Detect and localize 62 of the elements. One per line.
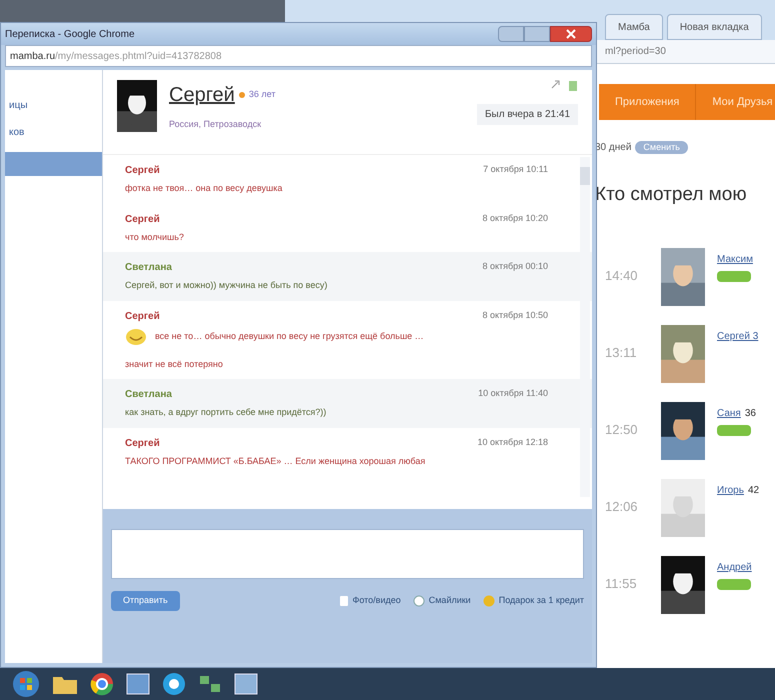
age-text: 42 <box>748 484 760 498</box>
close-button[interactable] <box>550 26 592 42</box>
message-text: значит не всё потеряно <box>125 358 224 371</box>
browser-tab[interactable]: Мамба <box>605 14 663 40</box>
sidebar-item[interactable]: ков <box>5 125 102 139</box>
profile-link[interactable]: Максим <box>717 252 753 266</box>
age-text: 36 <box>744 406 756 420</box>
send-button[interactable]: Отправить <box>111 591 180 610</box>
profile-link[interactable]: Игорь <box>717 482 744 498</box>
window-icon[interactable] <box>234 673 258 695</box>
chat-bubble-icon[interactable] <box>162 672 186 696</box>
message-text: как знать, а вдруг портить себе мне придётся?)) <box>125 406 326 419</box>
contact-name[interactable]: Сергей <box>169 80 235 110</box>
url-host: mamba.ru <box>10 50 56 64</box>
location-text: Россия, Петрозаводск <box>169 118 262 131</box>
close-icon <box>566 29 576 39</box>
tool-link[interactable]: Подарок за 1 кредит <box>498 594 584 608</box>
message-date: 8 октября 10:50 <box>482 308 548 322</box>
message-text: ТАКОГО ПРОГРАММИСТ «Б.БАБАЕ» … Если женщина хорошая любая <box>125 454 426 468</box>
profile-link[interactable]: Сергей 3 <box>717 328 758 344</box>
sidebar-item[interactable]: ицы <box>5 98 102 112</box>
coin-icon <box>482 594 495 607</box>
message-date: 7 октября 10:11 <box>483 163 548 176</box>
author-name: Сергей <box>125 212 160 226</box>
smiley-icon <box>125 328 147 346</box>
browser-tab[interactable]: Новая вкладка <box>666 14 762 40</box>
visit-time: 12:50 <box>605 420 639 438</box>
visit-time: 12:06 <box>605 498 639 516</box>
scrollbar[interactable] <box>580 157 590 497</box>
online-badge <box>717 424 751 436</box>
message-input[interactable] <box>111 529 584 579</box>
window-icon[interactable] <box>126 673 150 695</box>
message-date: 8 октября 10:20 <box>482 212 548 225</box>
smiley-icon <box>412 594 425 607</box>
message-date: 8 октября 00:10 <box>482 260 548 273</box>
visit-time: 14:40 <box>605 266 639 284</box>
visit-time: 13:11 <box>605 344 638 362</box>
profile-link[interactable]: Саня <box>717 406 741 420</box>
chrome-icon[interactable] <box>90 672 114 696</box>
author-name: Светлана <box>125 261 172 275</box>
visit-time: 11:55 <box>605 574 638 592</box>
window-title: Переписка - Google Chrome <box>5 28 135 42</box>
tool-link[interactable]: Смайлики <box>428 594 471 608</box>
last-seen-text: Был вчера в 21:41 <box>476 104 578 125</box>
profile-link[interactable]: Андрей <box>717 560 752 574</box>
age-text: 36 лет <box>248 88 276 102</box>
tool-link[interactable]: Фото/видео <box>352 594 401 608</box>
author-name: Сергей <box>125 164 160 178</box>
message-text: все не то… обычно девушки по весу не грузятся ещё больше … <box>155 330 424 343</box>
message-text: что молчишь? <box>125 230 184 244</box>
online-badge <box>717 270 751 282</box>
author-name: Сергей <box>125 310 160 324</box>
message-text: Сергей, вот и можно)) мужчина не быть по весу) <box>125 279 328 292</box>
start-icon[interactable] <box>12 670 40 698</box>
url-path: /my/messages.phtml?uid=413782808 <box>55 50 222 64</box>
message-text: фотка не твоя… она по весу девушка <box>125 182 282 195</box>
address-text: ml?period=30 <box>605 45 666 59</box>
author-name: Сергей <box>125 436 160 450</box>
online-badge <box>717 578 751 590</box>
author-name: Светлана <box>125 388 172 402</box>
message-date: 10 октября 12:18 <box>477 436 548 449</box>
message-date: 10 октября 11:40 <box>478 387 548 400</box>
